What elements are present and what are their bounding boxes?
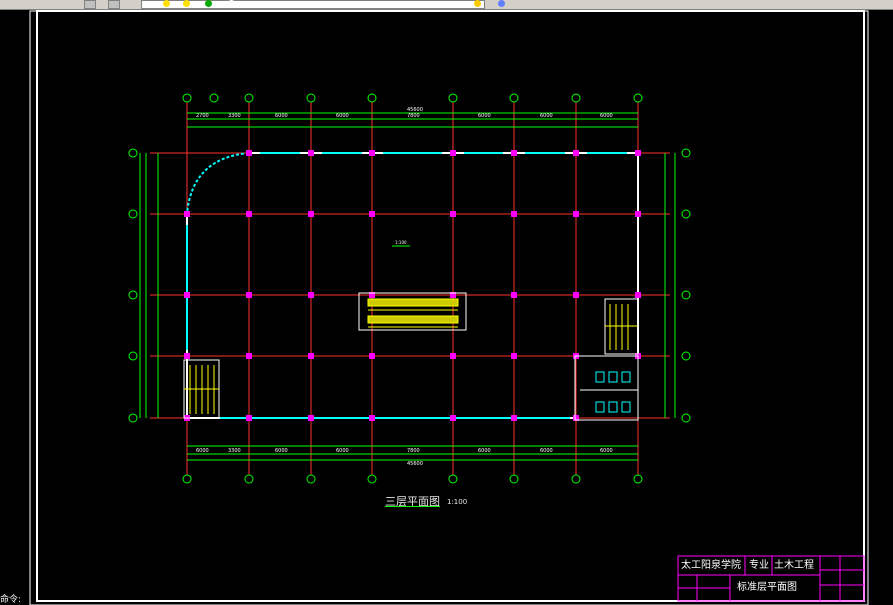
- dim-labels-bottom: 45600 6000 3300 6000 6000 7800 6000 6000…: [196, 448, 613, 467]
- svg-text:6000: 6000: [478, 113, 491, 119]
- svg-text:6000: 6000: [275, 448, 288, 454]
- paper-border: [29, 10, 869, 605]
- svg-text:6000: 6000: [336, 448, 349, 454]
- svg-text:2700: 2700: [196, 113, 209, 119]
- stair-right: [604, 298, 639, 355]
- drawing-name: 标准层平面图: [737, 582, 797, 593]
- drawing-canvas[interactable]: 45600 2700 3300 6000 6000 7800 6000 6000…: [0, 10, 893, 605]
- columns: [184, 150, 641, 421]
- svg-text:6000: 6000: [600, 113, 613, 119]
- svg-text:6000: 6000: [196, 448, 209, 454]
- plan-title: 三层平面图: [385, 495, 440, 508]
- svg-text:6000: 6000: [600, 448, 613, 454]
- sun-icon[interactable]: [183, 0, 190, 7]
- school-name: 太工阳泉学院: [681, 560, 741, 571]
- make-current-icon[interactable]: [474, 0, 481, 7]
- svg-text:7800: 7800: [407, 113, 420, 119]
- svg-text:6000: 6000: [540, 113, 553, 119]
- escalator: [358, 292, 467, 331]
- room-label: 1:100: [395, 240, 407, 245]
- dimension-lines: [139, 112, 676, 461]
- exterior-walls: [186, 152, 639, 419]
- layer-color-icon[interactable]: [205, 0, 212, 7]
- bulb-icon[interactable]: [163, 0, 170, 7]
- layer-state-button[interactable]: [108, 0, 120, 9]
- svg-text:3300: 3300: [228, 113, 241, 119]
- svg-text:6000: 6000: [336, 113, 349, 119]
- windows: [186, 152, 627, 419]
- axis-bubbles-sides: [128, 148, 691, 423]
- svg-text:3300: 3300: [228, 448, 241, 454]
- cad-drawing: 45600 2700 3300 6000 6000 7800 6000 6000…: [29, 10, 869, 605]
- plan-scale: 1:100: [447, 498, 468, 506]
- toolbar: [0, 0, 893, 10]
- svg-text:6000: 6000: [275, 113, 288, 119]
- layer-combo[interactable]: [141, 0, 485, 9]
- layer-manager-button[interactable]: [84, 0, 96, 9]
- dim-overall-bottom: 45600: [407, 461, 423, 467]
- command-line[interactable]: 命令:: [0, 592, 21, 605]
- svg-text:6000: 6000: [478, 448, 491, 454]
- svg-text:6000: 6000: [540, 448, 553, 454]
- axis-bubbles-top: [182, 93, 643, 103]
- layer-previous-icon[interactable]: [498, 0, 505, 7]
- stair-left: [183, 359, 220, 419]
- toilet-block: [574, 355, 639, 421]
- svg-text:7800: 7800: [407, 448, 420, 454]
- major-label: 专业: [749, 560, 769, 571]
- major-value: 土木工程: [774, 560, 814, 571]
- axis-bubbles-bottom: [182, 474, 643, 484]
- layer-swatch-icon[interactable]: [228, 0, 235, 7]
